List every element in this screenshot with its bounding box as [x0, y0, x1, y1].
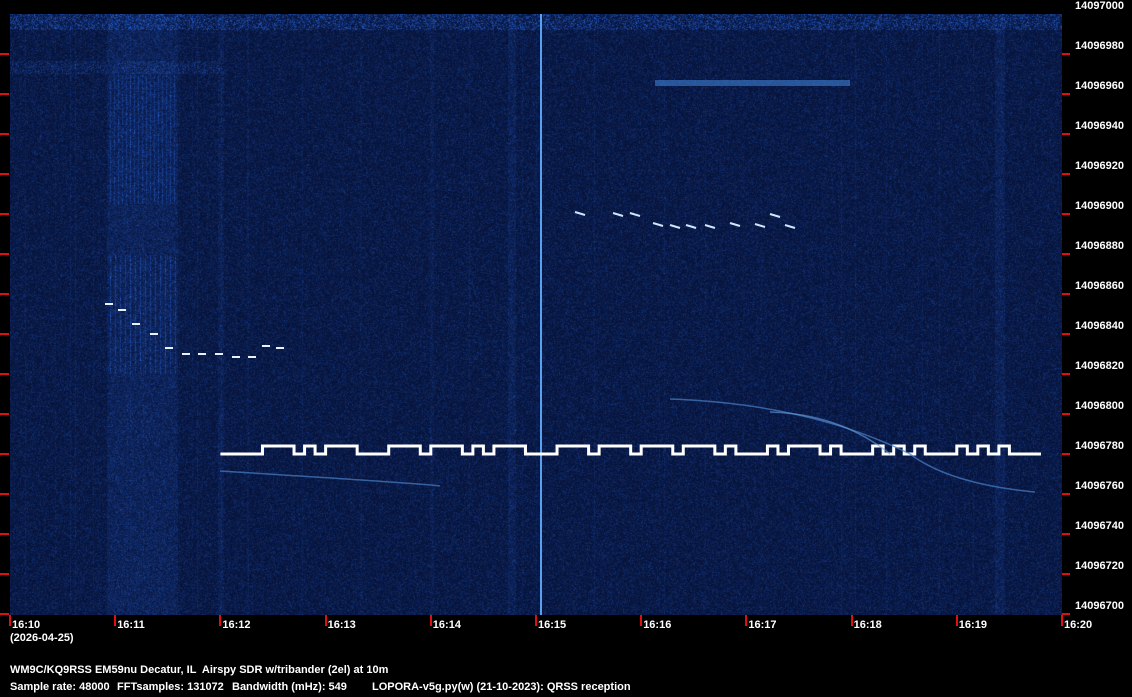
x-tick-mark — [956, 615, 958, 626]
y-tick-label: 14096820 — [1075, 360, 1124, 372]
y-tick-mark — [0, 213, 9, 215]
qrss-dash — [653, 223, 663, 226]
y-tick-mark — [1062, 213, 1070, 215]
qrss-dash — [785, 225, 795, 228]
y-tick-mark — [1062, 173, 1070, 175]
y-tick-label: 14096900 — [1075, 200, 1124, 212]
signal-layer — [10, 14, 1062, 615]
qrss-dash — [770, 214, 780, 217]
x-tick-label: 16:19 — [959, 619, 987, 631]
fsk-signal-trace — [220, 446, 1041, 454]
spectrogram-plot — [10, 14, 1062, 615]
station-info: WM9C/KQ9RSS EM59nu Decatur, IL Airspy SD… — [10, 664, 388, 676]
qrss-dash — [575, 212, 585, 215]
y-tick-mark — [0, 253, 9, 255]
y-tick-label: 14096940 — [1075, 120, 1124, 132]
y-tick-mark — [1062, 53, 1070, 55]
qrss-dash — [630, 213, 640, 216]
drift-trace — [220, 471, 440, 486]
x-tick-label: 16:13 — [328, 619, 356, 631]
y-tick-mark — [1062, 493, 1070, 495]
y-tick-mark — [1062, 533, 1070, 535]
y-tick-label: 14097000 — [1075, 0, 1124, 12]
x-tick-mark — [640, 615, 642, 626]
y-tick-mark — [1062, 293, 1070, 295]
y-tick-mark — [0, 533, 9, 535]
qrss-dash — [730, 223, 740, 226]
y-tick-mark — [0, 133, 9, 135]
y-tick-label: 14096920 — [1075, 160, 1124, 172]
y-tick-label: 14096780 — [1075, 440, 1124, 452]
x-tick-mark — [9, 615, 11, 626]
x-tick-mark — [745, 615, 747, 626]
qrss-dash — [670, 225, 680, 228]
y-tick-label: 14096760 — [1075, 480, 1124, 492]
y-tick-mark — [0, 93, 9, 95]
x-tick-label: 16:15 — [538, 619, 566, 631]
sample-rate: Sample rate: 48000 — [10, 681, 110, 693]
x-tick-mark — [535, 615, 537, 626]
y-tick-label: 14096720 — [1075, 560, 1124, 572]
software-info: LOPORA-v5g.py(w) (21-10-2023): QRSS rece… — [372, 681, 631, 693]
date-label: (2026-04-25) — [10, 632, 74, 644]
y-tick-label: 14096840 — [1075, 320, 1124, 332]
bandwidth: Bandwidth (mHz): 549 — [232, 681, 347, 693]
y-tick-mark — [1062, 253, 1070, 255]
x-tick-label: 16:14 — [433, 619, 461, 631]
y-tick-mark — [1062, 453, 1070, 455]
carrier-band — [655, 80, 850, 86]
qrss-dash — [613, 213, 623, 216]
x-tick-label: 16:17 — [748, 619, 776, 631]
x-tick-label: 16:12 — [222, 619, 250, 631]
y-tick-mark — [1062, 613, 1070, 615]
x-tick-label: 16:11 — [117, 619, 145, 631]
y-tick-label: 14096800 — [1075, 400, 1124, 412]
y-tick-mark — [0, 173, 9, 175]
y-tick-mark — [0, 613, 9, 615]
x-tick-mark — [851, 615, 853, 626]
x-tick-label: 16:18 — [854, 619, 882, 631]
y-tick-mark — [1062, 93, 1070, 95]
y-tick-mark — [0, 373, 9, 375]
y-tick-mark — [0, 53, 9, 55]
y-tick-label: 14096860 — [1075, 280, 1124, 292]
x-tick-mark — [1061, 615, 1063, 626]
y-tick-mark — [0, 413, 9, 415]
x-tick-mark — [219, 615, 221, 626]
y-tick-mark — [1062, 333, 1070, 335]
qrss-dash — [705, 225, 715, 228]
x-tick-label: 16:10 — [12, 619, 40, 631]
y-tick-mark — [1062, 133, 1070, 135]
y-tick-mark — [0, 573, 9, 575]
y-tick-mark — [1062, 413, 1070, 415]
y-tick-mark — [1062, 573, 1070, 575]
y-tick-label: 14096880 — [1075, 240, 1124, 252]
y-tick-mark — [0, 293, 9, 295]
y-tick-mark — [0, 493, 9, 495]
x-tick-label: 16:20 — [1064, 619, 1092, 631]
x-tick-label: 16:16 — [643, 619, 671, 631]
y-tick-label: 14096740 — [1075, 520, 1124, 532]
x-tick-mark — [430, 615, 432, 626]
x-tick-mark — [114, 615, 116, 626]
y-tick-mark — [0, 333, 9, 335]
y-tick-label: 14096700 — [1075, 600, 1124, 612]
qrss-dash — [755, 224, 765, 227]
fft-samples: FFTsamples: 131072 — [117, 681, 224, 693]
y-tick-label: 14096980 — [1075, 40, 1124, 52]
x-tick-mark — [325, 615, 327, 626]
qrss-dash — [686, 225, 696, 228]
y-tick-mark — [1062, 373, 1070, 375]
y-tick-label: 14096960 — [1075, 80, 1124, 92]
y-tick-mark — [0, 453, 9, 455]
